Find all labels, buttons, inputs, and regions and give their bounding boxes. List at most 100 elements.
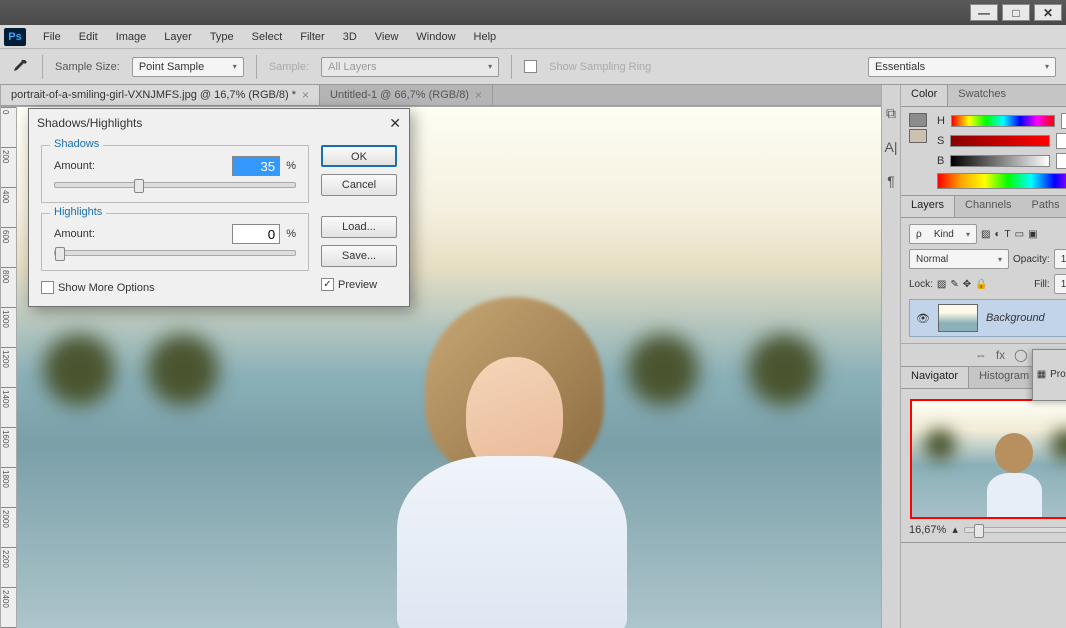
- maximize-button[interactable]: □: [1002, 4, 1030, 21]
- menu-filter[interactable]: Filter: [291, 29, 333, 45]
- highlights-amount-label: Amount:: [54, 228, 95, 240]
- opacity-input[interactable]: 100%▾: [1054, 249, 1066, 269]
- highlights-legend: Highlights: [50, 206, 106, 218]
- nav-zoom-slider[interactable]: [964, 527, 1066, 533]
- show-more-checkbox[interactable]: [41, 281, 54, 294]
- menu-view[interactable]: View: [366, 29, 408, 45]
- shadows-amount-input[interactable]: [232, 156, 280, 176]
- menu-3d[interactable]: 3D: [334, 29, 366, 45]
- ruler-vertical[interactable]: 0200400600800100012001400160018002000220…: [1, 107, 17, 628]
- bri-input[interactable]: [1056, 153, 1066, 169]
- tab-color[interactable]: Color: [901, 85, 948, 106]
- eyedropper-icon[interactable]: [10, 57, 30, 77]
- shadows-legend: Shadows: [50, 138, 103, 150]
- preview-checkbox[interactable]: ✓: [321, 278, 334, 291]
- fx-icon[interactable]: fx: [996, 348, 1005, 362]
- shadows-slider[interactable]: [54, 182, 296, 188]
- menu-image[interactable]: Image: [107, 29, 156, 45]
- sat-input[interactable]: [1056, 133, 1066, 149]
- sample-size-dropdown[interactable]: Point Sample▾: [132, 57, 244, 77]
- document-tabs: portrait-of-a-smiling-girl-VXNJMFS.jpg @…: [1, 85, 881, 106]
- filter-smart-icon[interactable]: ▣: [1028, 229, 1037, 240]
- lock-label: Lock:: [909, 279, 933, 290]
- highlights-slider[interactable]: [54, 250, 296, 256]
- menu-layer[interactable]: Layer: [155, 29, 201, 45]
- lock-pos-icon[interactable]: ✥: [963, 279, 971, 290]
- character-icon[interactable]: A|: [882, 139, 900, 157]
- close-icon[interactable]: ×: [475, 88, 482, 102]
- options-bar: Sample Size: Point Sample▾ Sample: All L…: [0, 49, 1066, 85]
- close-button[interactable]: ✕: [1034, 4, 1062, 21]
- layer-thumbnail[interactable]: [938, 304, 978, 332]
- title-bar: — □ ✕: [0, 0, 1066, 25]
- layer-name[interactable]: Background: [986, 312, 1045, 324]
- tab-histogram[interactable]: Histogram: [969, 367, 1039, 388]
- zoom-out-icon[interactable]: ▴: [952, 523, 958, 536]
- shadows-highlights-dialog: Shadows/Highlights ✕ Shadows Amount: % H…: [28, 108, 410, 307]
- properties-icon: ▦: [1037, 369, 1046, 380]
- properties-panel[interactable]: ◂◂ ✕ ▦ Proper...: [1032, 349, 1066, 401]
- dialog-title: Shadows/Highlights: [37, 116, 142, 130]
- mask-icon[interactable]: ◯: [1014, 348, 1027, 362]
- filter-shape-icon[interactable]: ▭: [1015, 229, 1024, 240]
- document-tab[interactable]: Untitled-1 @ 66,7% (RGB/8)×: [320, 85, 493, 105]
- menu-window[interactable]: Window: [407, 29, 464, 45]
- show-sampling-checkbox[interactable]: [524, 60, 537, 73]
- tab-swatches[interactable]: Swatches: [948, 85, 1016, 106]
- minimize-button[interactable]: —: [970, 4, 998, 21]
- link-icon[interactable]: ⇔: [975, 348, 987, 362]
- menu-help[interactable]: Help: [465, 29, 506, 45]
- visibility-icon[interactable]: 👁: [916, 312, 930, 325]
- bri-slider[interactable]: [950, 155, 1050, 167]
- menu-bar: Ps File Edit Image Layer Type Select Fil…: [0, 25, 1066, 49]
- lock-all-icon[interactable]: 🔒: [975, 279, 987, 290]
- lock-trans-icon[interactable]: ▨: [937, 279, 946, 290]
- tab-navigator[interactable]: Navigator: [901, 367, 969, 388]
- close-icon[interactable]: ×: [302, 88, 309, 102]
- bri-label: B: [937, 155, 944, 167]
- menu-type[interactable]: Type: [201, 29, 243, 45]
- image-subject: [397, 297, 627, 627]
- paragraph-icon[interactable]: ¶: [882, 173, 900, 191]
- menu-edit[interactable]: Edit: [70, 29, 107, 45]
- highlights-amount-input[interactable]: [232, 224, 280, 244]
- hue-input[interactable]: [1061, 113, 1066, 129]
- color-ramp[interactable]: [937, 173, 1066, 189]
- tab-layers[interactable]: Layers: [901, 196, 955, 217]
- dock-strip: ⧉ A| ¶: [881, 85, 900, 628]
- tab-paths[interactable]: Paths: [1022, 196, 1066, 217]
- document-tab-active[interactable]: portrait-of-a-smiling-girl-VXNJMFS.jpg @…: [1, 85, 320, 105]
- background-swatch[interactable]: [909, 129, 927, 143]
- filter-type-icon[interactable]: T: [1005, 229, 1011, 240]
- show-sampling-label: Show Sampling Ring: [549, 61, 651, 73]
- hue-label: H: [937, 115, 945, 127]
- tab-channels[interactable]: Channels: [955, 196, 1021, 217]
- fill-input[interactable]: 100%▾: [1054, 274, 1066, 294]
- sat-slider[interactable]: [950, 135, 1050, 147]
- save-button[interactable]: Save...: [321, 245, 397, 267]
- history-icon[interactable]: ⧉: [882, 105, 900, 123]
- panels: Color Swatches ▾≡ H° S% B% Layers: [900, 85, 1066, 628]
- filter-kind-dropdown[interactable]: ρ Kind▾: [909, 224, 977, 244]
- foreground-swatch[interactable]: [909, 113, 927, 127]
- sample-dropdown: All Layers▾: [321, 57, 499, 77]
- workspace-dropdown[interactable]: Essentials▾: [868, 57, 1056, 77]
- layer-row[interactable]: 👁 Background 🔒: [909, 299, 1066, 337]
- sample-label: Sample:: [269, 61, 309, 73]
- hue-slider[interactable]: [951, 115, 1055, 127]
- dialog-close-icon[interactable]: ✕: [389, 115, 401, 132]
- filter-adjust-icon[interactable]: ◐: [994, 229, 1000, 240]
- fill-label: Fill:: [1034, 279, 1050, 290]
- menu-select[interactable]: Select: [243, 29, 292, 45]
- navigator-preview[interactable]: [910, 399, 1066, 519]
- cancel-button[interactable]: Cancel: [321, 174, 397, 196]
- blend-mode-dropdown[interactable]: Normal▾: [909, 249, 1009, 269]
- sat-label: S: [937, 135, 944, 147]
- nav-zoom[interactable]: 16,67%: [909, 524, 946, 536]
- load-button[interactable]: Load...: [321, 216, 397, 238]
- lock-pixel-icon[interactable]: ✎: [950, 279, 958, 290]
- ok-button[interactable]: OK: [321, 145, 397, 167]
- menu-file[interactable]: File: [34, 29, 70, 45]
- show-more-label: Show More Options: [58, 282, 155, 294]
- filter-pixel-icon[interactable]: ▨: [981, 229, 990, 240]
